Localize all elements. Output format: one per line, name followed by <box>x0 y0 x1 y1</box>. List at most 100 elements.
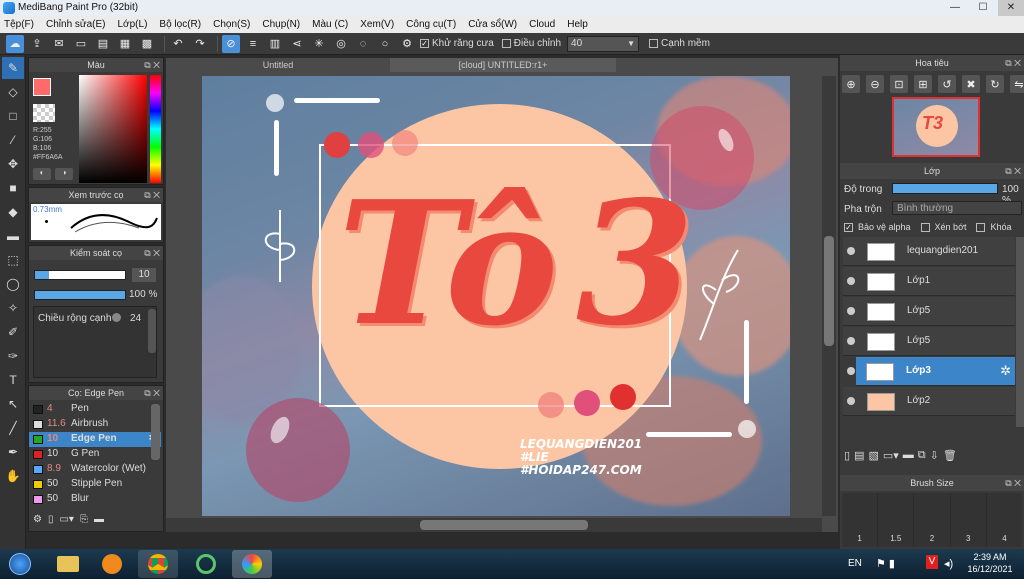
volume-icon[interactable]: ◂) <box>944 557 953 570</box>
duplicate-layer-icon[interactable]: ⧉ <box>918 449 926 462</box>
no-snap-icon[interactable]: ⊘ <box>222 34 240 53</box>
scrollbar[interactable] <box>151 404 160 460</box>
visibility-icon[interactable] <box>847 367 855 375</box>
menu-cloud[interactable]: Cloud <box>529 19 555 30</box>
circle-snap-icon[interactable]: ◎ <box>332 35 350 53</box>
magic-wand-icon[interactable]: ✧ <box>2 297 24 319</box>
brush-item[interactable]: 11.6 Airbrush <box>29 417 161 432</box>
panel-controls-icon[interactable]: ⧉ ✕ <box>1005 163 1021 179</box>
move-tool-icon[interactable]: ✥ <box>2 153 24 175</box>
new-brush-icon[interactable]: ▯ <box>48 514 54 525</box>
dot-tool-icon[interactable]: ⁄ <box>2 129 24 151</box>
fill-rect-icon[interactable]: ■ <box>2 177 24 199</box>
gradient-tool-icon[interactable]: ▬ <box>2 225 24 247</box>
bucket-tool-icon[interactable]: ◆ <box>2 201 24 223</box>
brush-item[interactable]: 50 Stipple Pen <box>29 477 161 492</box>
tab-cloud-untitled[interactable]: [cloud] UNTITLED:r1+ <box>390 58 616 72</box>
start-button[interactable] <box>2 550 38 578</box>
correction-select[interactable]: 40 ▼ <box>567 35 640 52</box>
delete-layer-icon[interactable]: 🗑 <box>943 449 957 462</box>
zoom-in-icon[interactable]: ⊕ <box>842 75 860 93</box>
panel-controls-icon[interactable]: ⧉ ✕ <box>1005 55 1021 71</box>
brush-size-cell[interactable]: 1.5 <box>878 493 915 547</box>
minimize-button[interactable]: — <box>942 0 968 16</box>
correction-checkbox[interactable] <box>501 39 511 48</box>
menu-layer[interactable]: Lớp(L) <box>118 19 148 30</box>
blend-mode-select[interactable]: Bình thường <box>892 201 1022 215</box>
lasso-tool-icon[interactable]: ◯ <box>2 273 24 295</box>
transparent-swatch[interactable] <box>33 104 55 122</box>
document-icon[interactable]: ▤ <box>94 35 112 53</box>
brush-settings-icon[interactable]: ⚙ <box>33 514 42 525</box>
menu-filter[interactable]: Bộ lọc(R) <box>159 19 201 30</box>
select-eraser-icon[interactable]: ✑ <box>2 345 24 367</box>
layer-item[interactable]: lequangdien201 <box>843 237 1015 266</box>
size-slider[interactable] <box>34 270 126 280</box>
navigator-thumbnail[interactable]: T3 <box>892 97 980 157</box>
maximize-button[interactable]: ☐ <box>970 0 996 16</box>
antivirus-icon[interactable]: V <box>926 555 938 569</box>
visibility-icon[interactable] <box>847 397 855 405</box>
panel-controls-icon[interactable]: ⧉ ✕ <box>144 246 160 260</box>
panel-controls-icon[interactable]: ⧉ ✕ <box>1005 475 1021 491</box>
vanishing-snap-icon[interactable]: ⋖ <box>288 35 306 53</box>
cross-snap-icon[interactable]: ▥ <box>266 35 284 53</box>
color-wheel-button[interactable]: ◐ <box>33 168 51 180</box>
close-button[interactable]: ✕ <box>998 0 1024 16</box>
brush-size-cell[interactable]: 1 <box>842 493 879 547</box>
text-tool-icon[interactable]: T <box>2 369 24 391</box>
brush-item[interactable]: 50 Blur <box>29 492 161 507</box>
layer-menu-icon[interactable]: ▭▾ <box>883 449 899 462</box>
folder-icon[interactable]: ▬ <box>94 514 104 525</box>
grid-icon[interactable]: ▦ <box>116 35 134 53</box>
scrollbar[interactable] <box>1016 237 1024 427</box>
visibility-icon[interactable] <box>847 247 855 255</box>
actual-size-icon[interactable]: ⊞ <box>914 75 932 93</box>
layer-opacity-slider[interactable] <box>892 183 998 194</box>
visibility-icon[interactable] <box>847 337 855 345</box>
cloud-icon[interactable]: ☁ <box>6 34 24 53</box>
menu-select[interactable]: Chọn(S) <box>213 19 250 30</box>
redo-icon[interactable]: ↷ <box>191 35 209 53</box>
rotate-right-icon[interactable]: ↻ <box>986 75 1004 93</box>
undo-icon[interactable]: ↶ <box>169 35 187 53</box>
language-indicator[interactable]: EN <box>848 558 862 569</box>
tray-icons[interactable]: ⚑ ▮ <box>876 557 895 570</box>
visibility-icon[interactable] <box>847 277 855 285</box>
eyedropper-icon[interactable]: ✒ <box>2 441 24 463</box>
parallel-snap-icon[interactable]: ≡ <box>244 35 262 53</box>
brush-size-cell[interactable]: 2 <box>914 493 951 547</box>
explorer-icon[interactable] <box>48 550 88 578</box>
brush-item-selected[interactable]: 10Edge Pen✲ <box>29 432 161 447</box>
new-raster-icon[interactable]: ▧ <box>868 449 878 462</box>
size-field[interactable]: 10 <box>132 268 156 282</box>
ellipse-snap-icon[interactable]: ○ <box>376 35 394 53</box>
edge-width-knob[interactable] <box>112 313 121 322</box>
panel-controls-icon[interactable]: ⧉ ✕ <box>144 58 160 72</box>
curve-snap-icon[interactable]: ◌ <box>354 35 372 53</box>
layer-item[interactable]: Lớp2 <box>843 387 1015 416</box>
menu-view[interactable]: Xem(V) <box>360 19 394 30</box>
select-rect-icon[interactable]: ⬚ <box>2 249 24 271</box>
vertical-scrollbar[interactable] <box>822 76 836 516</box>
menu-color[interactable]: Màu (C) <box>312 19 348 30</box>
new-halftone-icon[interactable]: ▤ <box>854 449 864 462</box>
radial-snap-icon[interactable]: ✳ <box>310 35 328 53</box>
brush-item[interactable]: 8.9 Watercolor (Wet) <box>29 462 161 477</box>
protect-alpha-checkbox[interactable]: ✓ <box>844 222 853 232</box>
rotate-left-icon[interactable]: ↺ <box>938 75 956 93</box>
antialias-checkbox[interactable]: ✓ <box>420 39 429 48</box>
visibility-icon[interactable] <box>847 307 855 315</box>
brush-size-cell[interactable]: 4 <box>987 493 1022 547</box>
gear-icon[interactable]: ✲ <box>1000 363 1011 379</box>
media-player-icon[interactable] <box>92 550 132 578</box>
settings-icon[interactable]: ⚙ <box>398 35 416 53</box>
scrollbar[interactable] <box>148 309 156 353</box>
menu-snap[interactable]: Chụp(N) <box>262 19 300 30</box>
brush-item[interactable]: 4 Pen <box>29 402 161 417</box>
menu-edit[interactable]: Chỉnh sửa(E) <box>46 19 106 30</box>
chrome-icon[interactable] <box>138 550 178 578</box>
clock[interactable]: 2:39 AM 16/12/2021 <box>962 551 1018 575</box>
artwork-canvas[interactable]: Tô 3 LEQUANGDIEN201 #LIE #HOIDAP247.COM <box>202 76 790 516</box>
menu-help[interactable]: Help <box>567 19 588 30</box>
